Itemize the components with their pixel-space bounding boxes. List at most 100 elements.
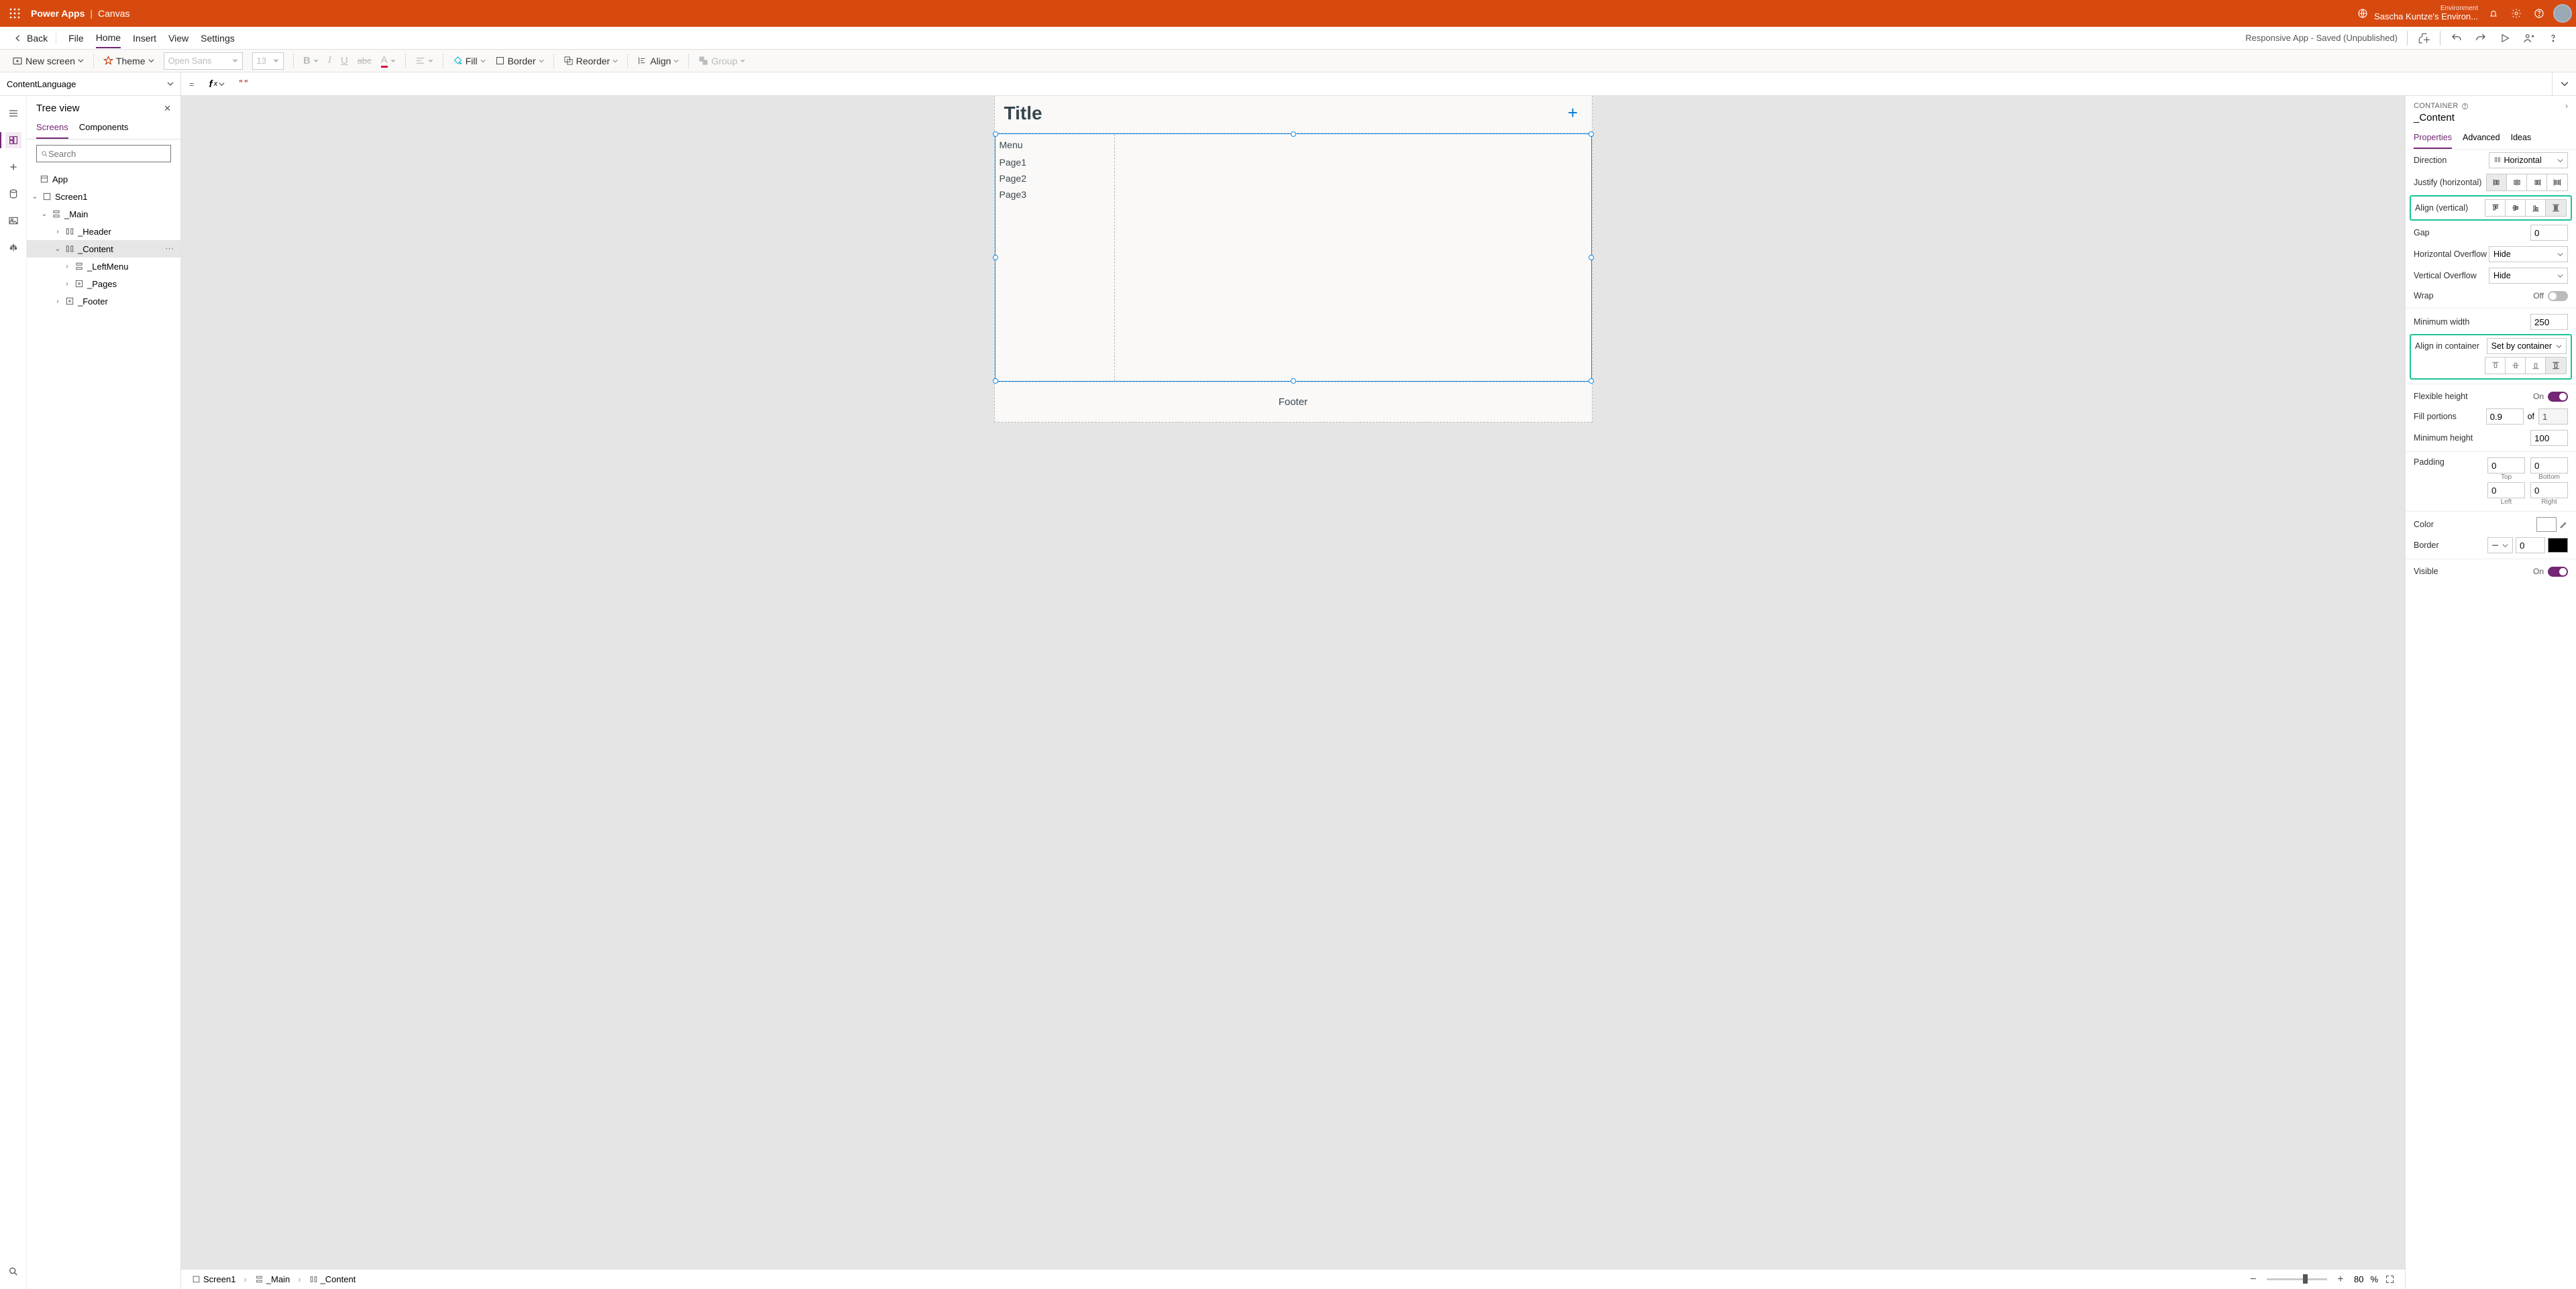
canvas-header[interactable]: Title + — [995, 96, 1592, 133]
node-pages[interactable]: › _Pages — [27, 275, 180, 292]
tools-rail-icon[interactable] — [5, 239, 21, 256]
environment-display[interactable]: Environment Sascha Kuntze's Environ... — [2374, 5, 2478, 21]
direction-select[interactable]: Horizontal — [2489, 152, 2568, 168]
strike-button[interactable]: abc — [358, 56, 372, 66]
border-style-select[interactable]: ─ — [2487, 537, 2513, 553]
v-overflow-select[interactable]: Hide — [2489, 268, 2568, 284]
canvas-screen[interactable]: Title + Menu Page1 — [994, 96, 1593, 423]
node-options-icon[interactable]: ⋯ — [162, 243, 176, 254]
underline-button[interactable]: U — [341, 55, 348, 66]
justify-start-button[interactable] — [2487, 174, 2507, 190]
align-v-segment[interactable] — [2485, 199, 2567, 217]
chevron-right-icon[interactable]: › — [54, 298, 62, 305]
search-rail-icon[interactable] — [5, 1264, 21, 1280]
tab-insert[interactable]: Insert — [133, 29, 156, 48]
back-button[interactable]: Back — [13, 33, 56, 44]
new-screen-button[interactable]: New screen — [12, 56, 84, 66]
align-stretch-button[interactable] — [2546, 200, 2566, 216]
node-leftmenu[interactable]: › _LeftMenu — [27, 258, 180, 275]
align-middle-button[interactable] — [2506, 200, 2526, 216]
panel-chevron-icon[interactable]: › — [2565, 101, 2568, 111]
min-width-input[interactable] — [2530, 314, 2568, 330]
fit-to-screen-icon[interactable] — [2385, 1274, 2398, 1284]
undo-icon[interactable] — [2447, 29, 2466, 48]
chevron-right-icon[interactable]: › — [54, 228, 62, 235]
pad-left-input[interactable] — [2487, 482, 2525, 498]
help-ribbon-icon[interactable] — [2544, 29, 2563, 48]
h-overflow-select[interactable]: Hide — [2489, 246, 2568, 262]
min-height-input[interactable] — [2530, 430, 2568, 446]
tree-view-icon[interactable] — [5, 132, 21, 148]
close-tree-icon[interactable]: ✕ — [164, 103, 171, 114]
expand-formula-button[interactable] — [2552, 72, 2576, 95]
visible-toggle[interactable] — [2548, 567, 2568, 577]
align-in-bottom-button[interactable] — [2526, 357, 2546, 374]
justify-center-button[interactable] — [2507, 174, 2527, 190]
chevron-right-icon[interactable]: › — [63, 263, 71, 270]
canvas-footer[interactable]: Footer — [995, 382, 1592, 422]
align-in-stretch-button[interactable] — [2546, 357, 2566, 374]
play-icon[interactable] — [2496, 29, 2514, 48]
border-color-swatch[interactable] — [2548, 538, 2568, 553]
canvas-left-menu[interactable]: Menu Page1 Page2 Page3 — [996, 134, 1115, 381]
italic-button[interactable]: I — [328, 55, 331, 66]
align-in-segment[interactable] — [2485, 357, 2567, 374]
align-bottom-button[interactable] — [2526, 200, 2546, 216]
node-screen1[interactable]: ⌄ Screen1 — [27, 188, 180, 205]
crumb-content[interactable]: _Content — [305, 1274, 360, 1284]
data-rail-icon[interactable] — [5, 186, 21, 202]
tab-view[interactable]: View — [168, 29, 189, 48]
font-selector[interactable]: Open Sans — [164, 52, 243, 70]
app-checker-icon[interactable] — [2414, 29, 2433, 48]
insert-rail-icon[interactable] — [5, 159, 21, 175]
pad-bottom-input[interactable] — [2530, 457, 2568, 473]
hamburger-icon[interactable] — [5, 105, 21, 121]
user-avatar[interactable] — [2553, 4, 2572, 23]
pad-right-input[interactable] — [2530, 482, 2568, 498]
crumb-screen1[interactable]: Screen1 — [188, 1274, 239, 1284]
zoom-out-button[interactable]: − — [2247, 1274, 2260, 1286]
reorder-button[interactable]: Reorder — [564, 56, 619, 66]
border-width-input[interactable] — [2516, 537, 2545, 553]
font-size-selector[interactable]: 13 — [252, 52, 284, 70]
add-icon[interactable]: + — [1564, 104, 1582, 123]
align-in-middle-button[interactable] — [2506, 357, 2526, 374]
node-footer[interactable]: › _Footer — [27, 292, 180, 310]
help-icon[interactable] — [2528, 2, 2551, 25]
screens-tab[interactable]: Screens — [36, 117, 68, 139]
share-icon[interactable] — [2520, 29, 2538, 48]
gap-input[interactable] — [2530, 225, 2568, 241]
settings-icon[interactable] — [2505, 2, 2528, 25]
zoom-slider[interactable] — [2267, 1278, 2327, 1280]
redo-icon[interactable] — [2471, 29, 2490, 48]
chevron-right-icon[interactable]: › — [63, 280, 71, 288]
environment-icon[interactable] — [2351, 2, 2374, 25]
tab-home[interactable]: Home — [96, 28, 121, 48]
formula-input[interactable]: "" — [231, 79, 2552, 89]
notifications-icon[interactable] — [2482, 2, 2505, 25]
wrap-toggle[interactable] — [2548, 291, 2568, 301]
text-align-button[interactable] — [415, 56, 433, 66]
align-in-top-button[interactable] — [2485, 357, 2506, 374]
node-content[interactable]: ⌄ _Content ⋯ — [27, 240, 180, 258]
media-rail-icon[interactable] — [5, 213, 21, 229]
align-in-select[interactable]: Set by container — [2487, 338, 2567, 354]
pad-top-input[interactable] — [2487, 457, 2525, 473]
font-color-button[interactable]: A — [381, 54, 396, 68]
properties-tab[interactable]: Properties — [2414, 127, 2452, 149]
crumb-main[interactable]: _Main — [251, 1274, 294, 1284]
property-selector[interactable]: ContentLanguage — [0, 72, 181, 95]
align-top-button[interactable] — [2485, 200, 2506, 216]
chevron-down-icon[interactable]: ⌄ — [40, 211, 48, 218]
chevron-down-icon[interactable]: ⌄ — [54, 245, 62, 253]
node-main[interactable]: ⌄ _Main — [27, 205, 180, 223]
tree-search[interactable] — [36, 145, 171, 162]
fill-button[interactable]: Fill — [453, 56, 486, 66]
align-button[interactable]: Align — [637, 56, 679, 66]
theme-button[interactable]: Theme — [103, 56, 154, 66]
canvas-area[interactable]: Title + Menu Page1 — [181, 96, 2405, 1269]
justify-between-button[interactable] — [2547, 174, 2567, 190]
waffle-icon[interactable] — [4, 3, 25, 24]
border-button[interactable]: Border — [495, 56, 544, 66]
justify-segment[interactable] — [2486, 174, 2568, 191]
